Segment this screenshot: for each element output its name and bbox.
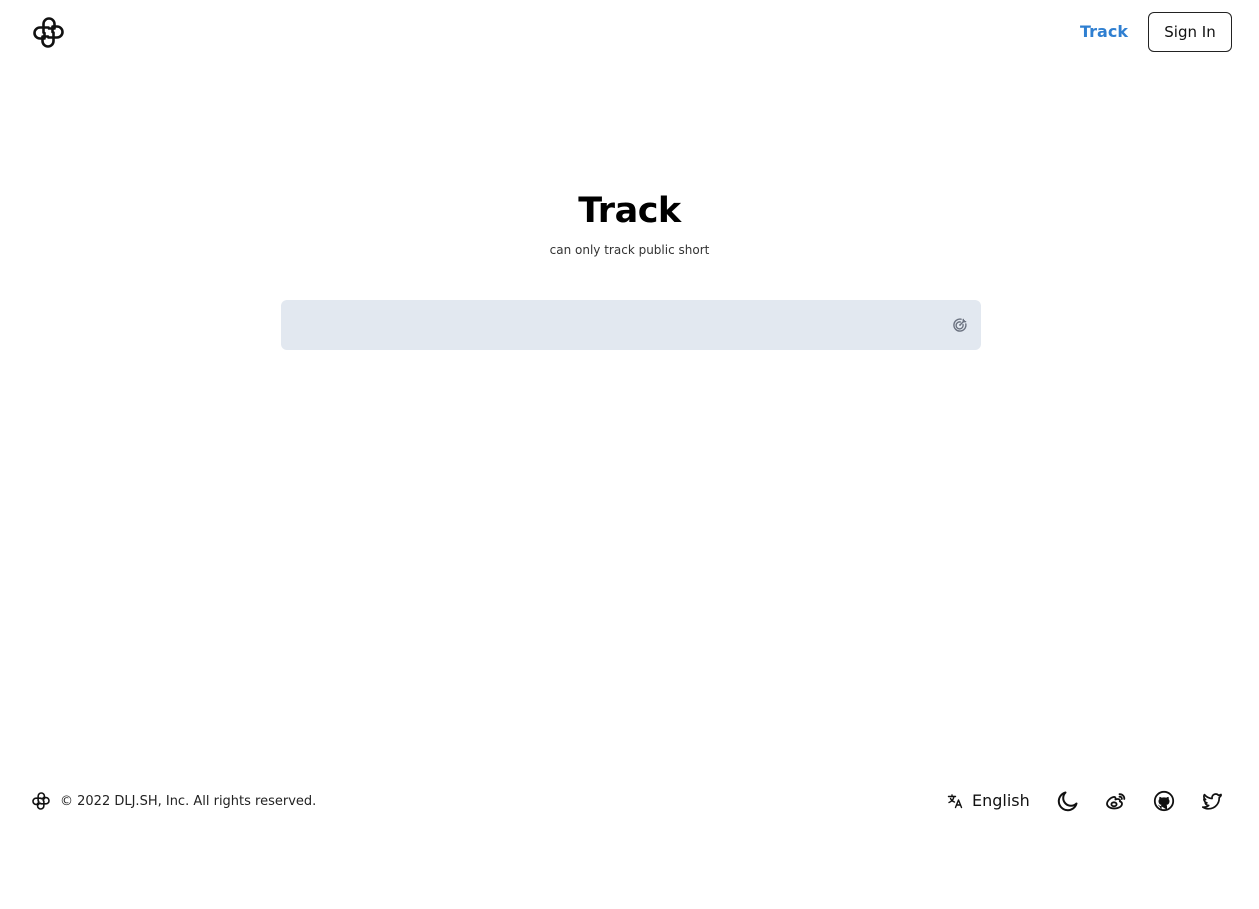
- sign-in-button[interactable]: Sign In: [1148, 12, 1232, 52]
- page: Track Sign In Track can only track publi…: [0, 0, 1259, 909]
- language-label: English: [972, 791, 1030, 810]
- logo-icon[interactable]: [31, 15, 66, 50]
- nav-link-track[interactable]: Track: [1080, 21, 1128, 43]
- language-switcher[interactable]: English: [947, 790, 1030, 812]
- track-url-input[interactable]: [281, 300, 941, 350]
- weibo-icon[interactable]: [1104, 789, 1128, 813]
- footer-logo-icon: [31, 791, 51, 811]
- track-search-box: [281, 300, 981, 350]
- page-title: Track: [578, 191, 681, 231]
- moon-icon[interactable]: [1056, 789, 1080, 813]
- track-target-icon[interactable]: [952, 317, 968, 333]
- github-icon[interactable]: [1152, 789, 1176, 813]
- page-subtitle: can only track public short: [549, 243, 710, 257]
- copyright-text: © 2022 DLJ.SH, Inc. All rights reserved.: [60, 794, 317, 809]
- twitter-icon[interactable]: [1200, 789, 1224, 813]
- translate-icon: [947, 794, 963, 809]
